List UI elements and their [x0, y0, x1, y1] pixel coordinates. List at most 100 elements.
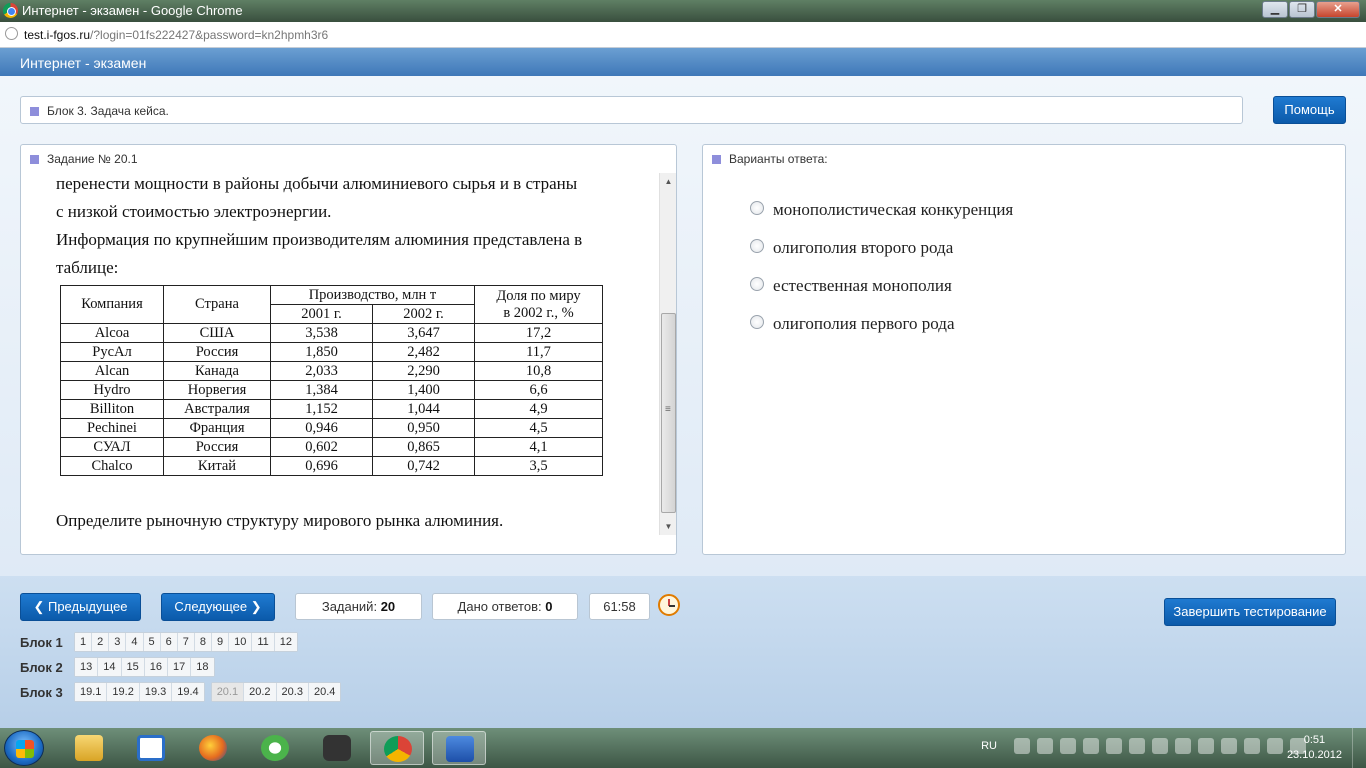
answer-option[interactable]: монополистическая конкуренция — [750, 191, 1013, 229]
table-body: Alcoa США 3,538 3,647 17,2 РусАл Россия 1,850 2,… — [60, 323, 603, 476]
scroll-thumb[interactable] — [661, 313, 676, 513]
taskbar-camera[interactable] — [310, 731, 364, 765]
network-icon[interactable] — [1267, 738, 1283, 754]
taskbar-chrome[interactable] — [370, 731, 424, 765]
next-button[interactable]: Следующее ❯ — [161, 593, 275, 621]
task-page-button[interactable]: 5 — [143, 633, 161, 651]
radio-button[interactable] — [750, 239, 764, 253]
question-paragraph: с низкой стоимостью электроэнергии. — [56, 202, 332, 221]
cell-2001: 1,152 — [270, 399, 373, 419]
task-page-button[interactable]: 19.4 — [172, 683, 204, 701]
taskbar-media[interactable] — [124, 731, 178, 765]
task-page-button[interactable]: 20.4 — [308, 683, 341, 701]
firefox-icon — [199, 735, 227, 761]
header-country: Страна — [163, 285, 271, 324]
task-page-button[interactable]: 17 — [168, 658, 192, 676]
url-text[interactable]: test.i-fgos.ru/?login=01fs222427&passwor… — [24, 28, 328, 42]
show-desktop-button[interactable] — [1352, 728, 1366, 768]
task-page-button[interactable]: 19.2 — [107, 683, 140, 701]
tray-icon[interactable] — [1083, 738, 1099, 754]
cell-country: США — [163, 323, 271, 343]
task-page-button[interactable]: 18 — [191, 658, 214, 676]
tray-icon[interactable] — [1129, 738, 1145, 754]
question-prompt: Определите рыночную структуру мирового р… — [56, 507, 646, 535]
page-group: 19.1 19.2 19.3 19.4 — [74, 682, 205, 702]
radio-button[interactable] — [750, 201, 764, 215]
task-page-button[interactable]: 3 — [109, 633, 127, 651]
system-clock[interactable]: 0:51 23.10.2012 — [1287, 733, 1342, 763]
question-scrollbar[interactable]: ▲ ▼ — [659, 173, 676, 535]
cell-2001: 3,538 — [270, 323, 373, 343]
task-page-button[interactable]: 20.1 — [211, 683, 245, 701]
task-page-button[interactable]: 7 — [177, 633, 195, 651]
taskbar-firefox[interactable] — [186, 731, 240, 765]
answer-option[interactable]: естественная монополия — [750, 267, 1013, 305]
task-page-button[interactable]: 14 — [98, 658, 122, 676]
table-row: Hydro Норвегия 1,384 1,400 6,6 — [60, 380, 603, 400]
block-label: Блок 3. Задача кейса. — [30, 104, 169, 118]
task-page-button[interactable]: 2 — [92, 633, 110, 651]
tray-icon[interactable] — [1152, 738, 1168, 754]
task-page-button[interactable]: 10 — [229, 633, 253, 651]
taskbar-explorer[interactable] — [62, 731, 116, 765]
task-page-button[interactable]: 8 — [194, 633, 212, 651]
tray-icon[interactable] — [1221, 738, 1237, 754]
scroll-down-arrow-icon[interactable]: ▼ — [660, 518, 677, 535]
tray-icon[interactable] — [1198, 738, 1214, 754]
task-page-button[interactable]: 1 — [75, 633, 93, 651]
alarm-clock-icon — [658, 594, 680, 616]
task-page-button[interactable]: 11 — [252, 633, 275, 651]
square-bullet-icon — [30, 107, 39, 117]
previous-button[interactable]: ❮ Предыдущее — [20, 593, 141, 621]
page-group: 20.1 20.2 20.3 20.4 — [210, 682, 342, 702]
tasks-count-box: Заданий: 20 — [295, 593, 422, 620]
tray-icon[interactable] — [1106, 738, 1122, 754]
chevron-left-icon: ❮ — [33, 599, 48, 614]
maximize-button[interactable]: ❐ — [1289, 1, 1315, 18]
language-indicator[interactable]: RU — [981, 740, 997, 752]
taskbar-icq[interactable] — [248, 731, 302, 765]
answer-option[interactable]: олигополия первого рода — [750, 305, 1013, 343]
tray-icon[interactable] — [1060, 738, 1076, 754]
task-page-button[interactable]: 9 — [212, 633, 230, 651]
radio-button[interactable] — [750, 277, 764, 291]
app-header: Интернет - экзамен — [0, 48, 1366, 76]
start-button[interactable] — [4, 730, 44, 766]
address-bar[interactable]: test.i-fgos.ru/?login=01fs222427&passwor… — [0, 22, 1366, 48]
task-page-button[interactable]: 19.3 — [139, 683, 173, 701]
task-page-button[interactable]: 6 — [160, 633, 178, 651]
table-row: Chalco Китай 0,696 0,742 3,5 — [60, 456, 603, 476]
producers-table: Компания Страна Производство, млн т Доля… — [60, 285, 603, 476]
close-button[interactable]: ✕ — [1316, 1, 1360, 18]
scroll-up-arrow-icon[interactable]: ▲ — [660, 173, 677, 190]
help-button[interactable]: Помощь — [1273, 96, 1346, 124]
cell-2002: 2,290 — [372, 361, 475, 381]
task-page-button[interactable]: 20.2 — [244, 683, 277, 701]
radio-button[interactable] — [750, 315, 764, 329]
header-share: Доля по миру в 2002 г., % — [474, 285, 603, 324]
tray-icon[interactable] — [1037, 738, 1053, 754]
answered-count-label: Дано ответов: — [457, 599, 542, 614]
cell-2001: 2,033 — [270, 361, 373, 381]
minimize-button[interactable]: ▁ — [1262, 1, 1288, 18]
task-page-button[interactable]: 19.1 — [75, 683, 108, 701]
flag-icon[interactable] — [1244, 738, 1260, 754]
icq-icon — [261, 735, 289, 761]
answer-option[interactable]: олигополия второго рода — [750, 229, 1013, 267]
task-page-button[interactable]: 4 — [126, 633, 144, 651]
task-page-button[interactable]: 20.3 — [276, 683, 309, 701]
answers-label: Варианты ответа: — [712, 152, 828, 166]
tray-icon[interactable] — [1014, 738, 1030, 754]
header-share-line2: в 2002 г., % — [503, 304, 574, 321]
task-page-button[interactable]: 16 — [144, 658, 168, 676]
task-page-button[interactable]: 12 — [274, 633, 298, 651]
taskbar-word[interactable] — [432, 731, 486, 765]
windows-logo-icon — [16, 740, 34, 758]
cell-2002: 0,865 — [372, 437, 475, 457]
tray-icon[interactable] — [1175, 738, 1191, 754]
task-page-button[interactable]: 15 — [121, 658, 145, 676]
clock-time: 0:51 — [1303, 734, 1326, 746]
cell-company: Pechinei — [60, 418, 164, 438]
finish-test-button[interactable]: Завершить тестирование — [1164, 598, 1336, 626]
task-page-button[interactable]: 13 — [75, 658, 99, 676]
